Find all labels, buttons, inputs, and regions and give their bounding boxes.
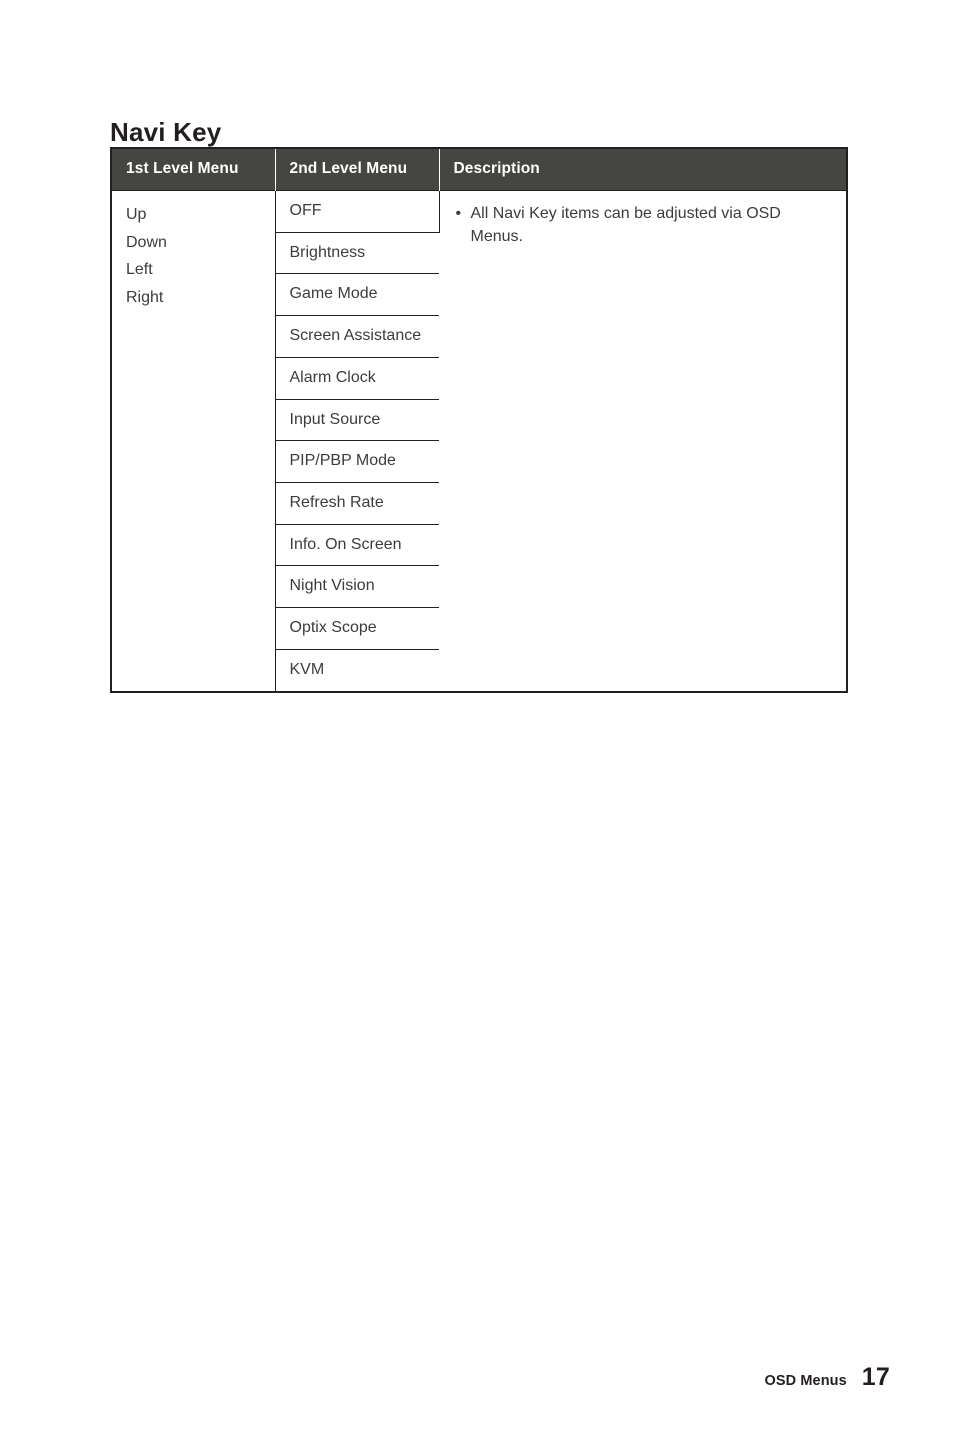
document-page: Navi Key 1st Level Menu 2nd Level Menu D… bbox=[0, 0, 954, 1432]
page-title: Navi Key bbox=[110, 117, 222, 148]
cell-second-level-menu: Night Vision bbox=[275, 565, 439, 608]
first-level-item-left: Left bbox=[126, 261, 153, 279]
first-level-item-up: Up bbox=[126, 206, 147, 223]
table-header: 1st Level Menu 2nd Level Menu Descriptio… bbox=[111, 148, 847, 191]
table-body: Up Down Left Right OFF • All Navi Key it… bbox=[111, 189, 847, 692]
cell-second-level-menu: OFF bbox=[275, 190, 440, 233]
cell-second-level-menu: Input Source bbox=[275, 398, 439, 441]
cell-second-level-menu: Info. On Screen bbox=[275, 523, 439, 566]
cell-second-level-menu: PIP/PBP Mode bbox=[275, 440, 439, 483]
column-header-first-level-menu: 1st Level Menu bbox=[111, 148, 276, 191]
table-row: Up Down Left Right OFF • All Navi Key it… bbox=[111, 189, 847, 692]
cell-second-level-menu: Brightness bbox=[275, 231, 439, 274]
column-header-description: Description bbox=[439, 148, 847, 191]
bullet-icon: • bbox=[455, 205, 462, 222]
cell-first-level-menu: Up Down Left Right bbox=[111, 189, 276, 692]
cell-second-level-menu: Optix Scope bbox=[275, 607, 439, 650]
page-footer: OSD Menus 17 bbox=[765, 1363, 891, 1392]
description-bullet: • All Navi Key items can be adjusted via… bbox=[453, 202, 831, 248]
cell-second-level-menu: Alarm Clock bbox=[275, 356, 439, 400]
navi-key-table: 1st Level Menu 2nd Level Menu Descriptio… bbox=[110, 147, 848, 693]
first-level-item-right: Right bbox=[126, 289, 164, 307]
cell-second-level-menu: Game Mode bbox=[275, 273, 439, 316]
description-text: All Navi Key items can be adjusted via O… bbox=[470, 205, 781, 246]
cell-second-level-menu: Screen Assistance bbox=[275, 315, 439, 358]
cell-second-level-menu: Refresh Rate bbox=[275, 482, 439, 525]
footer-page-number: 17 bbox=[861, 1363, 890, 1391]
table-header-row: 1st Level Menu 2nd Level Menu Descriptio… bbox=[111, 148, 847, 191]
cell-description: • All Navi Key items can be adjusted via… bbox=[439, 189, 847, 692]
cell-second-level-menu: KVM bbox=[275, 648, 439, 692]
footer-section-label: OSD Menus bbox=[764, 1373, 847, 1389]
column-header-second-level-menu: 2nd Level Menu bbox=[275, 148, 440, 191]
first-level-item-down: Down bbox=[126, 233, 167, 251]
